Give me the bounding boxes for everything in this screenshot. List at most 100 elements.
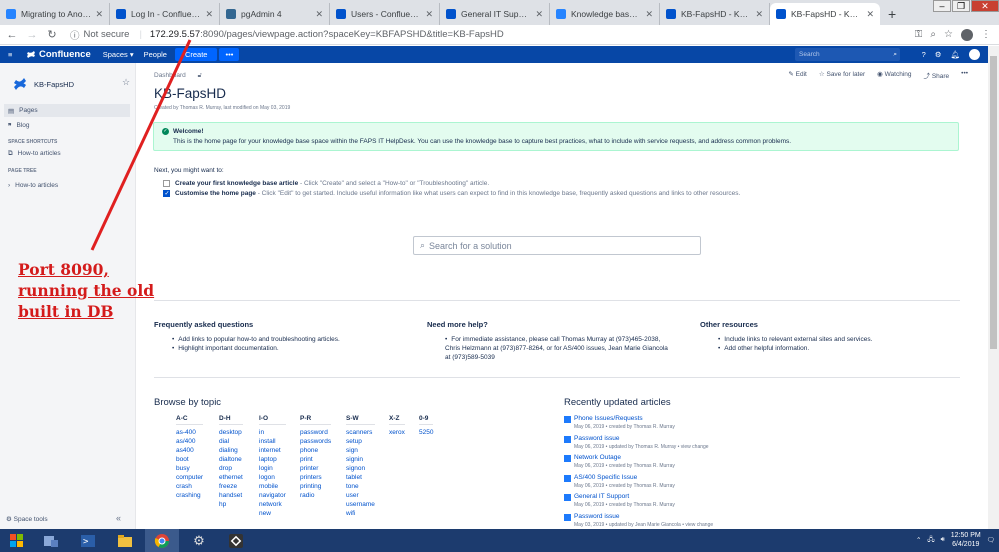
topic-label-link[interactable]: user — [346, 491, 375, 500]
topic-label-link[interactable]: phone — [300, 446, 331, 455]
browser-tab[interactable]: Knowledge base - Sea ✕ — [550, 3, 660, 25]
task-checkbox-checked[interactable] — [163, 190, 170, 197]
create-button[interactable]: Create — [174, 48, 218, 61]
settings-app-icon[interactable]: ⚙ — [182, 529, 216, 552]
clock[interactable]: 12:50 PM 6/4/2019 — [951, 531, 981, 549]
topic-label-link[interactable]: busy — [176, 464, 203, 473]
topic-label-link[interactable]: install — [259, 437, 286, 446]
browser-tab[interactable]: KB-FapsHD - KB-FapsH✕ — [660, 3, 770, 25]
scrollbar-thumb[interactable] — [990, 56, 997, 349]
task-checkbox[interactable] — [163, 180, 170, 187]
minimize-button[interactable]: – — [933, 0, 951, 12]
topic-label-link[interactable]: dialtone — [219, 455, 243, 464]
recent-article-link[interactable]: Network Outage — [574, 454, 621, 461]
confluence-logo[interactable]: Confluence — [26, 49, 91, 60]
close-tab-icon[interactable]: ✕ — [95, 9, 103, 20]
topic-label-link[interactable]: password — [300, 428, 331, 437]
topic-label-link[interactable]: passwords — [300, 437, 331, 446]
network-icon[interactable]: 🖧︎ — [927, 535, 934, 546]
sidebar-shortcut-howto[interactable]: ⧉ How-to articles — [4, 147, 130, 160]
sidebar-item-pages[interactable]: ▤ Pages — [4, 104, 130, 117]
topic-label-link[interactable]: freeze — [219, 482, 243, 491]
chrome-icon[interactable] — [145, 529, 179, 552]
topic-label-link[interactable]: print — [300, 455, 331, 464]
maximize-button[interactable]: ❐ — [952, 0, 970, 12]
close-tab-icon[interactable]: ✕ — [755, 9, 763, 20]
create-more-button[interactable]: ••• — [219, 48, 240, 61]
page-scrollbar[interactable] — [988, 46, 999, 529]
topic-label-link[interactable]: tablet — [346, 473, 375, 482]
key-icon[interactable]: ⚿ — [915, 29, 923, 41]
recent-article-link[interactable]: Phone Issues/Requests — [574, 415, 643, 422]
topic-label-link[interactable]: printing — [300, 482, 331, 491]
topic-label-link[interactable]: desktop — [219, 428, 243, 437]
start-button[interactable] — [0, 529, 34, 552]
topic-label-link[interactable]: logon — [259, 473, 286, 482]
topic-label-link[interactable]: scanners — [346, 428, 375, 437]
recent-article-link[interactable]: Password issue — [574, 513, 620, 520]
topic-label-link[interactable]: mobile — [259, 482, 286, 491]
new-tab-button[interactable]: + — [888, 3, 896, 25]
space-tools-menu[interactable]: ⚙ Space tools — [6, 515, 48, 523]
topic-label-link[interactable]: 5250 — [419, 428, 433, 437]
topic-label-link[interactable]: computer — [176, 473, 203, 482]
url-input[interactable]: ⓘ Not secure | 172.29.5.57:8090/pages/vi… — [70, 27, 915, 43]
recent-article-link[interactable]: Password issue — [574, 435, 620, 442]
topic-label-link[interactable]: printer — [300, 464, 331, 473]
topic-label-link[interactable]: in — [259, 428, 286, 437]
file-explorer-icon[interactable] — [108, 529, 142, 552]
close-tab-icon[interactable]: ✕ — [315, 9, 323, 20]
recent-article-link[interactable]: General IT Support — [574, 493, 629, 500]
app-icon[interactable] — [219, 529, 253, 552]
breadcrumb-dashboard[interactable]: Dashboard — [154, 72, 186, 79]
bookmark-star-icon[interactable]: ☆ — [944, 29, 953, 41]
notifications-bell-icon[interactable]: 🔔︎ — [950, 50, 960, 59]
browser-tab[interactable]: pgAdmin 4 ✕ — [220, 3, 330, 25]
topic-label-link[interactable]: dial — [219, 437, 243, 446]
topic-label-link[interactable]: as400 — [176, 446, 203, 455]
topic-label-link[interactable]: navigator — [259, 491, 286, 500]
topic-label-link[interactable]: crashing — [176, 491, 203, 500]
profile-avatar[interactable] — [961, 28, 973, 41]
powershell-icon[interactable]: > — [71, 529, 105, 552]
zoom-icon[interactable]: ⌕ — [930, 29, 936, 41]
edit-button[interactable]: ✎ Edit — [788, 70, 806, 80]
topic-label-link[interactable]: crash — [176, 482, 203, 491]
topic-label-link[interactable]: dialing — [219, 446, 243, 455]
server-manager-icon[interactable] — [34, 529, 68, 552]
topic-label-link[interactable]: handset — [219, 491, 243, 500]
volume-icon[interactable]: 🔊︎ — [941, 536, 945, 544]
topic-label-link[interactable]: internet — [259, 446, 286, 455]
topic-label-link[interactable]: ethernet — [219, 473, 243, 482]
browser-tab[interactable]: Users - Confluence ✕ — [330, 3, 440, 25]
close-tab-icon[interactable]: ✕ — [425, 9, 433, 20]
topic-label-link[interactable]: printers — [300, 473, 331, 482]
help-icon[interactable]: ? — [922, 50, 926, 59]
info-icon[interactable]: ⓘ — [70, 28, 80, 42]
sidebar-item-blog[interactable]: ❞ Blog — [4, 119, 130, 132]
close-tab-icon[interactable]: ✕ — [205, 9, 213, 20]
topic-label-link[interactable]: hp — [219, 500, 243, 509]
topic-label-link[interactable]: username — [346, 500, 375, 509]
topic-label-link[interactable]: drop — [219, 464, 243, 473]
space-title[interactable]: KB-FapsHD — [12, 76, 74, 92]
app-switcher-icon[interactable]: ≡ — [8, 50, 18, 59]
favorite-star-icon[interactable]: ☆ — [122, 77, 130, 88]
topic-label-link[interactable]: radio — [300, 491, 331, 500]
topic-label-link[interactable]: signon — [346, 464, 375, 473]
notifications-icon[interactable]: 🗨︎ — [987, 536, 995, 544]
browser-tab[interactable]: General IT Support - K✕ — [440, 3, 550, 25]
close-window-button[interactable]: ✕ — [971, 0, 999, 12]
user-avatar[interactable] — [969, 49, 980, 60]
topic-label-link[interactable]: as/400 — [176, 437, 203, 446]
topic-label-link[interactable]: sign — [346, 446, 375, 455]
solution-search-input[interactable]: ⌕ Search for a solution — [413, 236, 701, 255]
share-button[interactable]: ⤴ Share — [924, 70, 950, 80]
topic-label-link[interactable]: as-400 — [176, 428, 203, 437]
close-tab-icon[interactable]: ✕ — [645, 9, 653, 20]
browser-tab[interactable]: KB-FapsHD - KB-FapsH✕ — [770, 3, 880, 25]
reload-icon[interactable]: ↻ — [44, 28, 60, 41]
close-tab-icon[interactable]: ✕ — [866, 9, 874, 20]
spaces-menu[interactable]: Spaces ▾ — [103, 50, 134, 59]
recent-article-link[interactable]: AS/400 Specific Issue — [574, 474, 637, 481]
